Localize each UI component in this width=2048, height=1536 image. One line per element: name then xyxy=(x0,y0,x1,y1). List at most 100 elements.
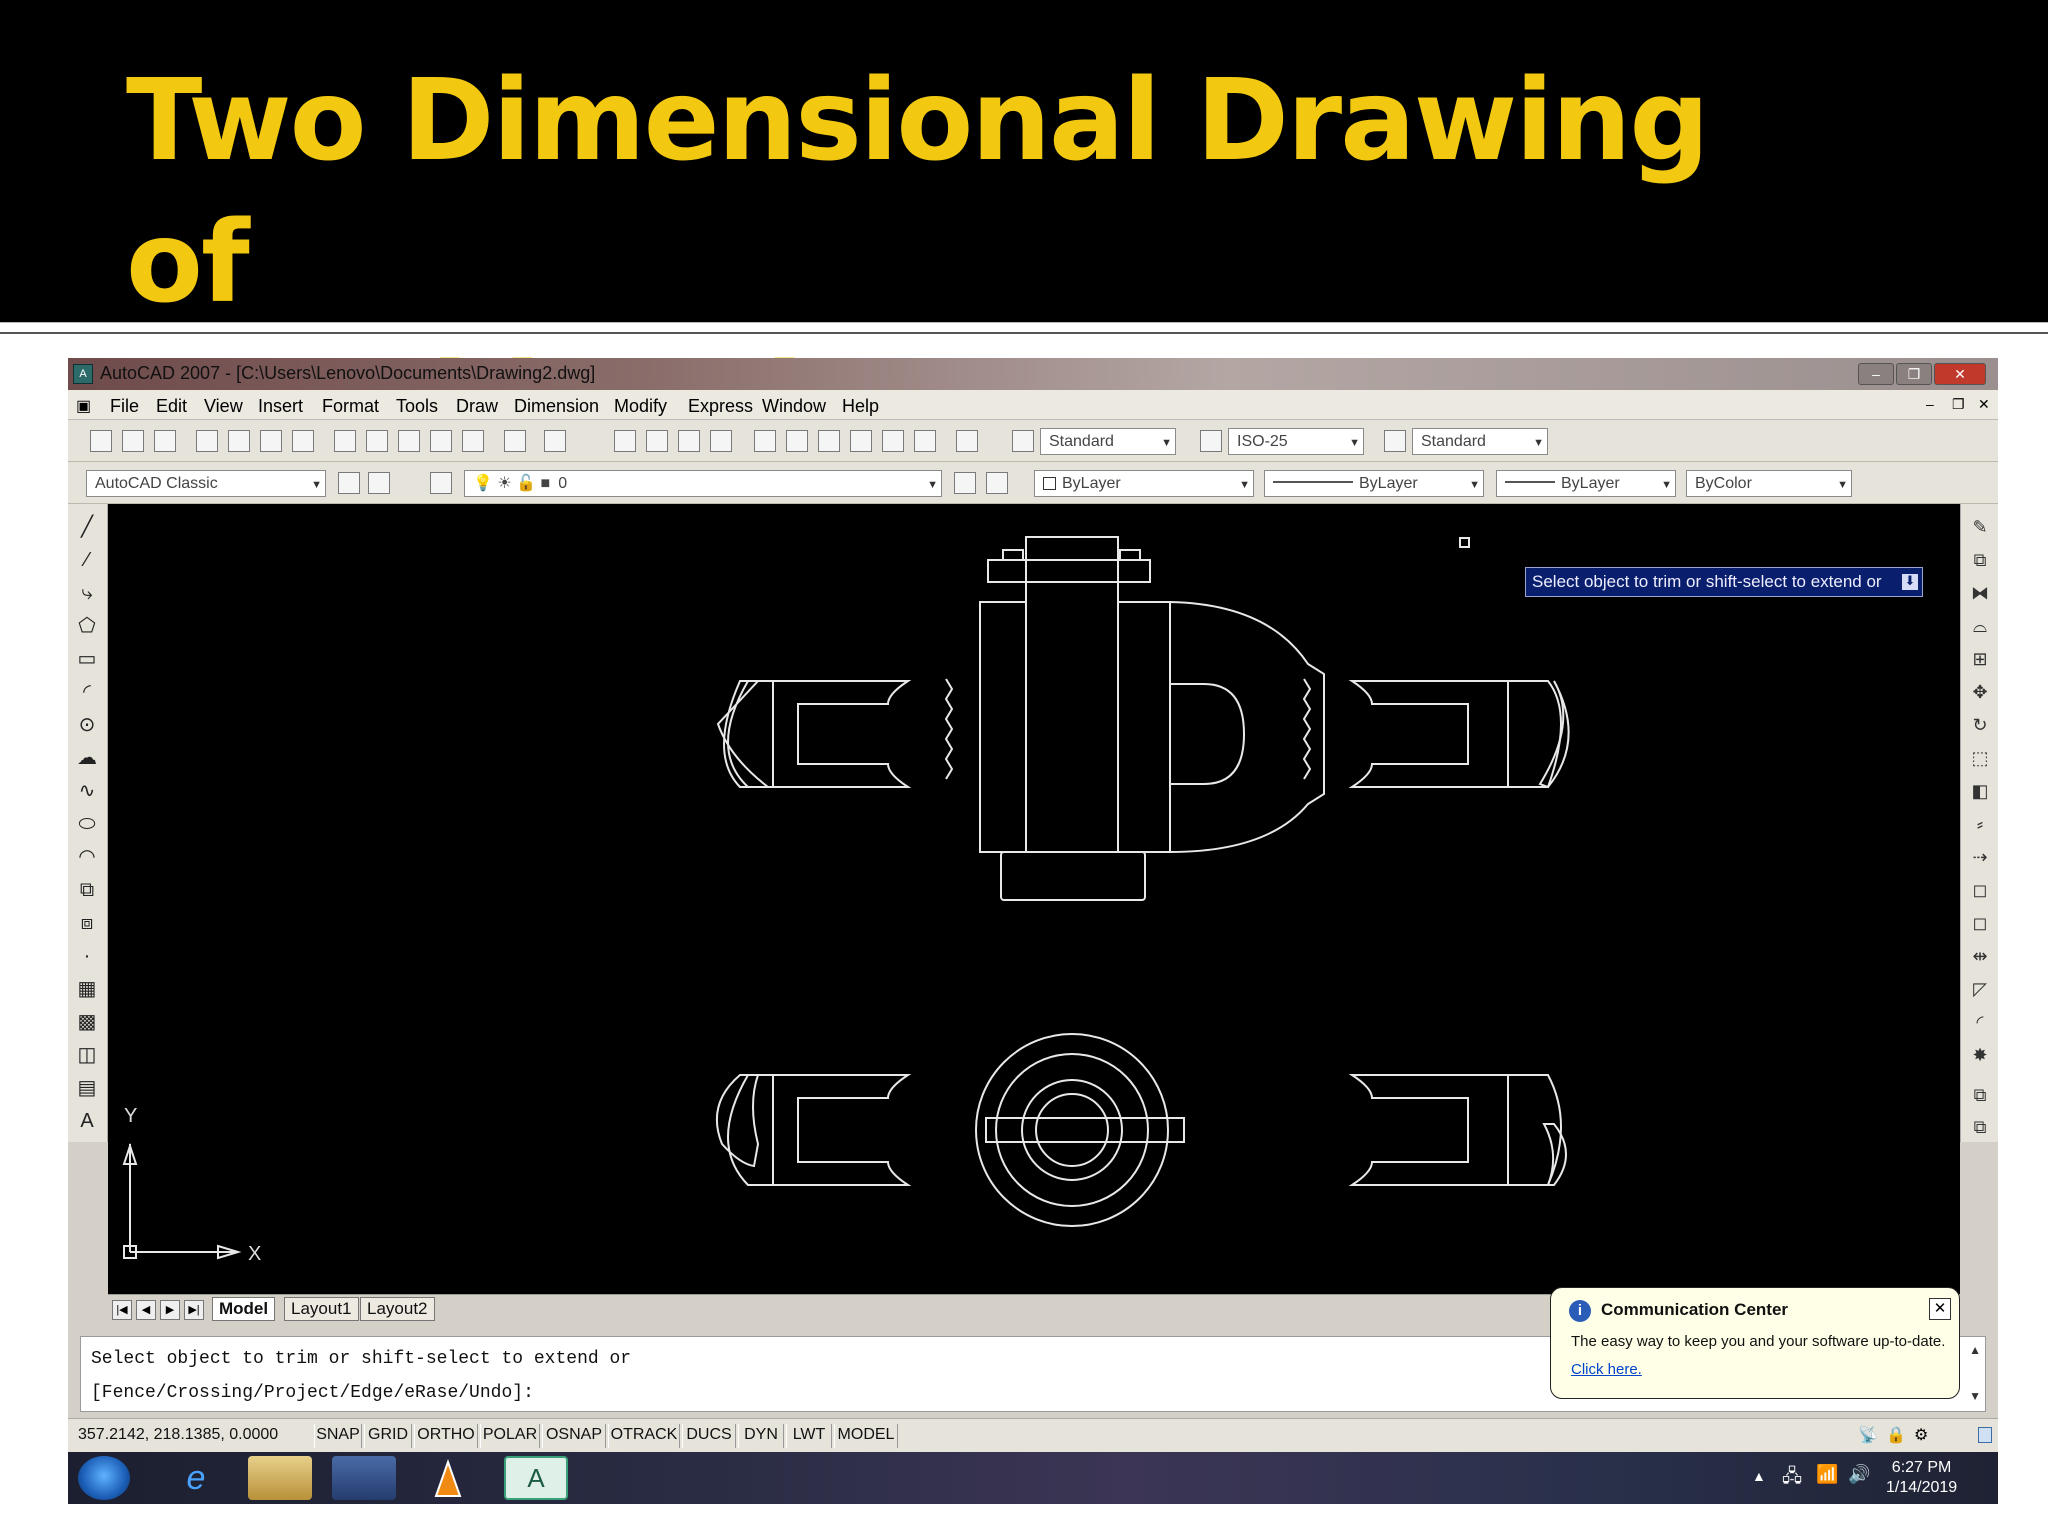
region-icon[interactable]: ◫ xyxy=(76,1044,98,1066)
block-editor-icon[interactable] xyxy=(462,430,484,452)
table-style-icon[interactable] xyxy=(1384,430,1406,452)
paste-icon[interactable] xyxy=(398,430,420,452)
start-button-icon[interactable] xyxy=(78,1456,130,1500)
workspace-settings-icon[interactable] xyxy=(338,472,360,494)
circle-icon[interactable]: ⊙ xyxy=(76,714,98,736)
zoom-realtime-icon[interactable] xyxy=(646,430,668,452)
clean-screen-icon[interactable] xyxy=(1978,1427,1992,1443)
gradient-icon[interactable]: ▩ xyxy=(76,1011,98,1033)
draw-order-back-icon[interactable]: ⧉ xyxy=(1969,1116,1991,1138)
ellipse-arc-icon[interactable]: ◠ xyxy=(76,846,98,868)
close-icon[interactable]: ✕ xyxy=(1929,1298,1951,1320)
rectangle-icon[interactable]: ▭ xyxy=(76,648,98,670)
menu-help[interactable]: Help xyxy=(842,396,879,417)
tool-palettes-icon[interactable] xyxy=(818,430,840,452)
make-current-layer-icon[interactable] xyxy=(954,472,976,494)
comm-center-tray-icon[interactable]: 📡 xyxy=(1858,1425,1878,1445)
open-icon[interactable] xyxy=(122,430,144,452)
fillet-icon[interactable]: ◜ xyxy=(1969,1011,1991,1033)
make-block-icon[interactable]: ⧈ xyxy=(76,912,98,934)
minimize-button[interactable]: – xyxy=(1858,363,1894,385)
chamfer-icon[interactable]: ◸ xyxy=(1969,978,1991,1000)
previous-tab-icon[interactable]: ◀ xyxy=(136,1300,156,1320)
volume-icon[interactable]: 🔊 xyxy=(1848,1464,1870,1485)
mirror-icon[interactable]: ⧓ xyxy=(1969,582,1991,604)
doc-minimize-button[interactable]: – xyxy=(1926,396,1934,412)
multiline-text-icon[interactable]: A xyxy=(76,1110,98,1132)
file-explorer-icon[interactable] xyxy=(248,1456,312,1500)
point-icon[interactable]: · xyxy=(76,945,98,967)
draw-order-front-icon[interactable]: ⧉ xyxy=(1969,1084,1991,1106)
text-style-icon[interactable] xyxy=(1012,430,1034,452)
undo-icon[interactable] xyxy=(504,430,526,452)
plot-preview-icon[interactable] xyxy=(228,430,250,452)
layer-select[interactable]: 💡 ☀ 🔓 ■ 0 ▼ xyxy=(464,470,942,497)
system-clock[interactable]: 6:27 PM 1/14/2019 xyxy=(1886,1458,1957,1498)
redo-icon[interactable] xyxy=(544,430,566,452)
explode-icon[interactable]: ✸ xyxy=(1969,1044,1991,1066)
hatch-icon[interactable]: ▦ xyxy=(76,978,98,1000)
text-style-select[interactable]: Standard ▼ xyxy=(1040,428,1176,455)
click-here-link[interactable]: Click here. xyxy=(1571,1361,1642,1378)
menu-express[interactable]: Express xyxy=(688,396,753,417)
otrack-toggle[interactable]: OTRACK xyxy=(608,1424,680,1448)
snap-toggle[interactable]: SNAP xyxy=(314,1424,362,1448)
trim-icon[interactable]: ⸗ xyxy=(1969,813,1991,835)
pan-icon[interactable] xyxy=(614,430,636,452)
ortho-toggle[interactable]: ORTHO xyxy=(414,1424,478,1448)
close-button[interactable]: ✕ xyxy=(1934,363,1986,385)
signal-icon[interactable]: 📶 xyxy=(1816,1464,1838,1485)
zoom-window-icon[interactable] xyxy=(678,430,700,452)
menu-file[interactable]: File xyxy=(110,396,139,417)
menu-edit[interactable]: Edit xyxy=(156,396,187,417)
dim-style-select[interactable]: ISO-25 ▼ xyxy=(1228,428,1364,455)
internet-explorer-icon[interactable]: e xyxy=(164,1456,228,1500)
drawing-canvas[interactable]: Y X Select object to trim or shift-selec… xyxy=(108,504,1960,1294)
polar-toggle[interactable]: POLAR xyxy=(480,1424,540,1448)
dim-style-icon[interactable] xyxy=(1200,430,1222,452)
linetype-select[interactable]: ByLayer ▼ xyxy=(1264,470,1484,497)
copy-icon[interactable] xyxy=(366,430,388,452)
array-icon[interactable]: ⊞ xyxy=(1969,648,1991,670)
grid-toggle[interactable]: GRID xyxy=(364,1424,412,1448)
construction-line-icon[interactable]: ⁄ xyxy=(76,549,98,571)
copy-object-icon[interactable]: ⧉ xyxy=(1969,549,1991,571)
3d-dwf-icon[interactable] xyxy=(292,430,314,452)
menu-dimension[interactable]: Dimension xyxy=(514,396,599,417)
autocad-app-icon[interactable]: A xyxy=(73,364,93,384)
network-icon[interactable]: 🖧 xyxy=(1782,1464,1802,1494)
tray-settings-icon[interactable]: ⚙ xyxy=(1914,1425,1928,1445)
lineweight-select[interactable]: ByLayer ▼ xyxy=(1496,470,1676,497)
lwt-toggle[interactable]: LWT xyxy=(786,1424,832,1448)
join-icon[interactable]: ⇹ xyxy=(1969,945,1991,967)
tab-layout2[interactable]: Layout2 xyxy=(360,1297,435,1321)
markup-icon[interactable] xyxy=(882,430,904,452)
lock-icon[interactable]: 🔒 xyxy=(1886,1425,1906,1445)
offset-icon[interactable]: ⌓ xyxy=(1969,615,1991,637)
osnap-toggle[interactable]: OSNAP xyxy=(542,1424,606,1448)
new-icon[interactable] xyxy=(90,430,112,452)
workspace-save-icon[interactable] xyxy=(368,472,390,494)
table-icon[interactable]: ▤ xyxy=(76,1077,98,1099)
arc-icon[interactable]: ◜ xyxy=(76,681,98,703)
plotstyle-select[interactable]: ByColor ▼ xyxy=(1686,470,1852,497)
extend-icon[interactable]: ⇢ xyxy=(1969,846,1991,868)
menu-format[interactable]: Format xyxy=(322,396,379,417)
revision-cloud-icon[interactable]: ☁ xyxy=(76,747,98,769)
stretch-icon[interactable]: ◧ xyxy=(1969,780,1991,802)
layer-manager-icon[interactable] xyxy=(430,472,452,494)
doc-restore-button[interactable]: ❐ xyxy=(1952,396,1965,413)
polygon-icon[interactable]: ⬠ xyxy=(76,615,98,637)
scroll-down-icon[interactable]: ▼ xyxy=(1969,1389,1981,1403)
menu-view[interactable]: View xyxy=(204,396,243,417)
media-player-icon[interactable] xyxy=(332,1456,396,1500)
save-icon[interactable] xyxy=(154,430,176,452)
workspace-select[interactable]: AutoCAD Classic ▼ xyxy=(86,470,326,497)
scroll-up-icon[interactable]: ▲ xyxy=(1969,1343,1981,1357)
coordinate-display[interactable]: 357.2142, 218.1385, 0.0000 xyxy=(78,1426,278,1444)
zoom-previous-icon[interactable] xyxy=(710,430,732,452)
first-tab-icon[interactable]: |◀ xyxy=(112,1300,132,1320)
tab-model[interactable]: Model xyxy=(212,1297,276,1321)
ducs-toggle[interactable]: DUCS xyxy=(682,1424,736,1448)
window-titlebar[interactable]: A AutoCAD 2007 - [C:\Users\Lenovo\Docume… xyxy=(68,358,1998,390)
